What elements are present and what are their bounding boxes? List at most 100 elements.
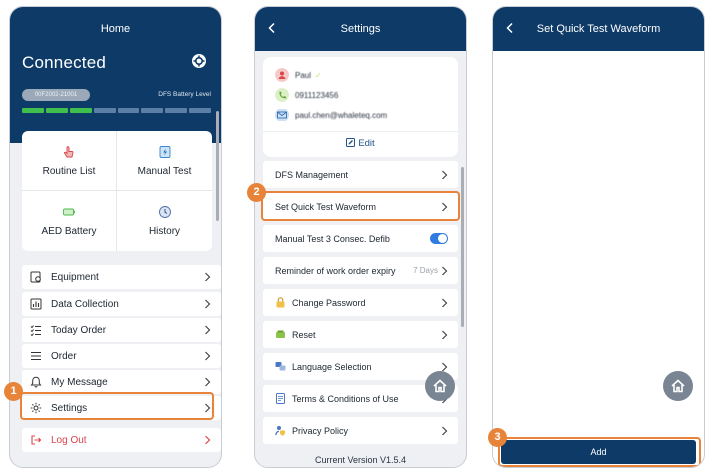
step-badge-1: 1 <box>4 382 23 401</box>
checklist-icon <box>30 325 41 336</box>
app-version: Current Version V1.5.4 <box>314 455 407 465</box>
manual-test-label: Manual Test <box>137 165 192 177</box>
order-list-icon <box>31 351 41 361</box>
waveform-list-area <box>493 51 704 467</box>
battery-segment <box>22 108 44 113</box>
battery-segment <box>141 108 164 113</box>
home-icon <box>433 379 447 393</box>
device-settings-icon[interactable] <box>191 53 207 69</box>
device-serial: 00F2002-21001 <box>22 89 90 101</box>
chevron-right-icon <box>205 435 211 445</box>
menu-item-label: Data Collection <box>51 298 119 310</box>
profile-email: paul.chen@whaleteq.com <box>295 110 388 120</box>
battery-segment <box>45 108 68 113</box>
chevron-right-icon <box>205 299 211 309</box>
settings-item-reset[interactable]: Reset <box>263 321 458 348</box>
email-icon <box>275 109 289 121</box>
clock-history-icon <box>158 206 171 218</box>
chevron-right-icon <box>205 351 211 361</box>
chevron-right-icon <box>442 266 448 275</box>
aed-battery-button[interactable]: AED Battery <box>22 191 117 251</box>
equipment-icon <box>30 271 41 283</box>
profile-card: Paul ✓ 0911123456 paul.chen@whaleteq.com… <box>263 57 458 157</box>
edit-icon <box>346 138 356 147</box>
battery-segment <box>69 108 92 113</box>
aed-battery-label: AED Battery <box>41 226 97 237</box>
edit-label: Edit <box>358 138 375 149</box>
profile-name-row: Paul ✓ <box>275 68 322 82</box>
settings-item-label: Manual Test 3 Consec. Defib <box>275 233 390 244</box>
add-highlight <box>498 437 701 467</box>
home-fab-button[interactable] <box>425 371 455 401</box>
divider <box>263 131 458 132</box>
step-badge-3: 3 <box>488 428 507 447</box>
settings-title: Settings <box>340 23 381 35</box>
back-arrow-icon[interactable] <box>265 21 279 35</box>
chevron-right-icon <box>442 426 448 435</box>
chevron-right-icon <box>442 170 448 179</box>
menu-item-equipment[interactable]: Equipment <box>22 265 221 289</box>
scrollbar[interactable] <box>216 111 219 221</box>
home-screen: Home Connected 00F2002-21001 DFS Battery… <box>9 6 222 468</box>
settings-item-label: Reminder of work order expiry <box>275 265 396 276</box>
settings-item-label: Language Selection <box>292 361 372 372</box>
settings-item-label: Change Password <box>292 297 366 308</box>
step-badge-2: 2 <box>247 183 266 202</box>
waveform-highlight <box>261 191 460 221</box>
scrollbar[interactable] <box>461 167 464 327</box>
profile-email-row: paul.chen@whaleteq.com <box>275 108 387 122</box>
menu-item-label: My Message <box>51 376 108 388</box>
manual-test-button[interactable]: Manual Test <box>117 131 212 191</box>
settings-item-work-order-reminder[interactable]: Reminder of work order expiry 7 Days <box>263 257 458 284</box>
chevron-right-icon <box>205 272 211 282</box>
verified-icon: ✓ <box>315 70 322 80</box>
menu-item-today-order[interactable]: Today Order <box>22 318 221 342</box>
home-title: Home <box>100 23 131 35</box>
home-fab-button[interactable] <box>663 371 693 401</box>
routine-list-button[interactable]: Routine List <box>22 131 117 191</box>
battery-level-bar <box>22 108 211 113</box>
battery-segment <box>189 108 211 113</box>
settings-item-privacy-policy[interactable]: Privacy Policy <box>263 417 458 444</box>
logout-label: Log Out <box>51 434 87 446</box>
menu-item-label: Order <box>51 350 77 362</box>
waveform-screen: Set Quick Test Waveform Add <box>492 6 705 468</box>
settings-item-change-password[interactable]: Change Password <box>263 289 458 316</box>
reminder-value: 7 Days <box>413 266 438 275</box>
battery-segment <box>117 108 140 113</box>
battery-level-label: DFS Battery Level <box>158 91 211 98</box>
settings-item-dfs-management[interactable]: DFS Management <box>263 161 458 188</box>
menu-item-order[interactable]: Order <box>22 344 221 368</box>
back-arrow-icon[interactable] <box>503 21 517 35</box>
phone-icon <box>275 88 289 102</box>
consec-defib-toggle[interactable] <box>430 233 448 244</box>
menu-item-my-message[interactable]: My Message <box>22 370 221 394</box>
profile-phone-row: 0911123456 <box>275 88 338 102</box>
battery-segment <box>165 108 188 113</box>
settings-item-label: Privacy Policy <box>292 425 349 436</box>
settings-item-manual-test-consec-defib[interactable]: Manual Test 3 Consec. Defib <box>263 225 458 252</box>
edit-profile-button[interactable]: Edit <box>263 138 458 149</box>
battery-icon <box>63 208 75 216</box>
chevron-right-icon <box>442 362 448 371</box>
chevron-right-icon <box>205 377 211 387</box>
chevron-right-icon <box>442 298 448 307</box>
settings-header: Settings <box>255 7 466 51</box>
battery-segment <box>93 108 116 113</box>
logout-button[interactable]: Log Out <box>22 428 221 452</box>
chevron-right-icon <box>442 330 448 339</box>
menu-item-data-collection[interactable]: Data Collection <box>22 292 221 316</box>
data-collection-icon <box>30 298 42 310</box>
profile-name: Paul <box>295 70 312 80</box>
settings-item-label: Reset <box>292 329 316 340</box>
reset-icon <box>276 330 285 338</box>
logout-icon <box>31 435 42 445</box>
connection-status: Connected <box>22 53 107 72</box>
quick-actions-grid: Routine List Manual Test AED Battery His… <box>22 131 212 251</box>
home-icon <box>671 379 685 393</box>
person-shield-icon <box>275 426 285 436</box>
waveform-title: Set Quick Test Waveform <box>536 23 661 35</box>
settings-highlight <box>20 392 214 420</box>
history-button[interactable]: History <box>117 191 212 251</box>
bell-icon <box>30 376 42 388</box>
